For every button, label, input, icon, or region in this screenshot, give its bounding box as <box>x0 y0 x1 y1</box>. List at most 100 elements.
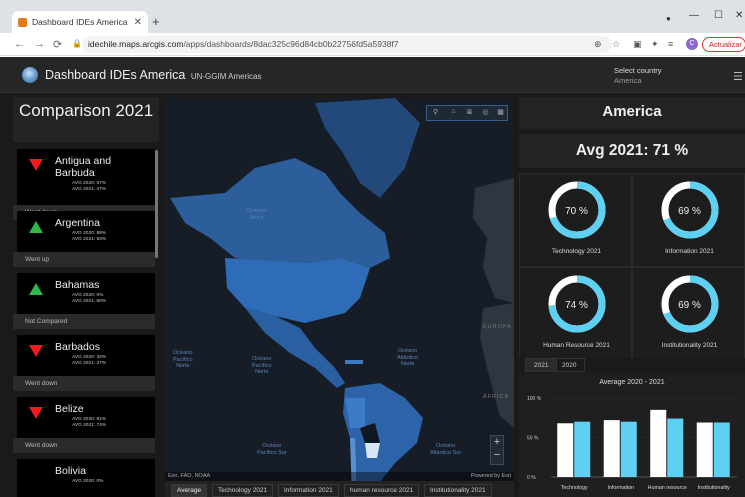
reading-list-icon[interactable]: ≡ <box>668 39 673 49</box>
bar-human-resource-0[interactable] <box>650 409 667 477</box>
bar-information-1[interactable] <box>620 421 637 477</box>
map-tab[interactable]: human resource 2021 <box>344 484 420 497</box>
attribution-left: Esri, FAO, NOAA <box>168 473 211 479</box>
extension-icon[interactable]: ▣ <box>633 39 642 50</box>
label-artico: Océano Ártico <box>247 208 267 221</box>
legend-icon[interactable]: ≣ <box>464 108 475 118</box>
puzzle-icon[interactable]: ✦ <box>651 39 659 50</box>
country-name: Bahamas <box>55 279 100 291</box>
map-view[interactable]: Océano Ártico Océano Pacífico Norte Océano P… <box>165 98 514 497</box>
x-tick-label: Human resource <box>648 485 687 491</box>
x-tick-label: Technology <box>561 485 588 491</box>
close-window-icon[interactable]: ✕ <box>735 10 743 21</box>
bar-institutionality-1[interactable] <box>713 422 730 477</box>
list-scrollbar[interactable] <box>155 150 158 258</box>
gauge-institutionality-2021: 69 % Institutionality 2021 <box>632 267 745 361</box>
avg-2021: AVG 2021: 27% <box>72 361 107 366</box>
map-tab[interactable]: Information 2021 <box>278 484 339 497</box>
region-title: America <box>519 97 745 129</box>
close-tab-icon[interactable]: ✕ <box>134 17 142 28</box>
url-path: /apps/dashboards/8dac325c96d84cb0b22756f… <box>183 39 399 49</box>
bookmark-star-icon[interactable]: ☆ <box>612 39 620 50</box>
country-selector-value: America <box>614 76 642 85</box>
status-label: Went down <box>13 438 155 453</box>
update-button[interactable]: Actualizar <box>702 37 745 52</box>
search-icon[interactable]: ⚲ <box>430 108 441 118</box>
forward-icon[interactable]: → <box>34 38 45 50</box>
url-host: idechile.maps.arcgis.com <box>88 39 184 49</box>
minimize-icon[interactable]: — <box>689 10 699 21</box>
bar-human-resource-1[interactable] <box>667 418 684 477</box>
map-tab[interactable]: Technology 2021 <box>212 484 274 497</box>
country-card[interactable]: Bahamas AVG 2020: 0% AVG 2021: 60% Not Comp… <box>13 273 155 329</box>
browser-tab[interactable]: Dashboard IDEs America ✕ <box>12 11 148 33</box>
zoom-in-icon[interactable]: + <box>491 436 503 449</box>
year-tabs: 2021 2020 <box>519 358 745 372</box>
menu-icon[interactable]: ☰ <box>733 70 743 83</box>
dashboard-app: Dashboard IDEs America UN-GGIM Americas … <box>0 57 745 497</box>
country-card[interactable]: Bolivia AVG 2020: 0% <box>17 459 155 497</box>
trend-up-icon <box>29 283 43 295</box>
label-atlantico-sur: Océano Atlántico Sur <box>430 443 462 456</box>
bar-institutionality-0[interactable] <box>696 422 713 477</box>
home-icon[interactable]: ⌂ <box>448 108 459 118</box>
country-selector[interactable]: Select country America <box>614 66 662 86</box>
bar-technology-1[interactable] <box>574 421 591 477</box>
url-field[interactable]: idechile.maps.arcgis.com/apps/dashboards… <box>82 36 612 53</box>
avg-2021: AVG 2021: 93% <box>72 237 107 242</box>
country-card[interactable]: Antigua and Barbuda AVG 2020: 57% AVG 2021… <box>13 149 155 220</box>
y-tick-label: 100 % <box>527 396 542 402</box>
country-averages: AVG 2020: 88% AVG 2021: 93% <box>72 231 106 243</box>
zoom-icon[interactable]: ⊕ <box>594 39 602 50</box>
dashboard-title: Dashboard IDEs America UN-GGIM Americas <box>45 68 262 82</box>
new-tab-icon[interactable]: + <box>152 14 160 29</box>
country-averages: AVG 2020: 81% AVG 2021: 74% <box>72 417 106 429</box>
bar-chart-panel: Average 2020 - 2021 100 % 50 % 0 % Technolo… <box>519 373 745 497</box>
bar-information-0[interactable] <box>603 420 620 477</box>
attribution-right: Powered by Esri <box>470 473 511 479</box>
profile-menu-icon[interactable]: ● <box>666 14 671 23</box>
maximize-icon[interactable]: ☐ <box>714 10 723 21</box>
reload-icon[interactable]: ⟳ <box>53 38 62 51</box>
dashboard-subtitle: UN-GGIM Americas <box>190 72 262 81</box>
profile-avatar[interactable]: C <box>686 38 698 50</box>
gauge-label: Institutionality 2021 <box>661 342 718 349</box>
comparison-title: Comparison 2021 <box>13 97 159 142</box>
browser-tab-bar: Dashboard IDEs America ✕ + ● — ☐ ✕ <box>0 0 745 33</box>
label-pacifico-norte-1: Océano Pacífico Norte <box>173 350 193 369</box>
country-list[interactable]: Antigua and Barbuda AVG 2020: 57% AVG 2021… <box>13 149 159 497</box>
caribbean-shape <box>345 360 363 364</box>
country-name: Barbados <box>55 341 100 353</box>
country-averages: AVG 2020: 57% AVG 2021: 47% <box>72 181 106 193</box>
usa-shape <box>225 258 370 323</box>
avg-2021: AVG 2021: 60% <box>72 299 107 304</box>
map-tab[interactable]: Average <box>171 484 208 497</box>
country-card[interactable]: Argentina AVG 2020: 88% AVG 2021: 93% Went … <box>13 211 155 267</box>
label-atlantico-norte: Océano Atlántico Norte <box>397 348 419 367</box>
layers-icon[interactable]: ◎ <box>480 108 491 118</box>
europe-shape <box>473 178 514 303</box>
basemap-icon[interactable]: ▦ <box>495 108 506 118</box>
lock-icon[interactable]: 🔒 <box>72 39 82 48</box>
gauge-value: 69 % <box>678 300 701 311</box>
map-tab[interactable]: Institutionality 2021 <box>424 484 492 497</box>
globe-logo-icon <box>22 67 38 83</box>
zoom-out-icon[interactable]: − <box>491 449 503 462</box>
bar-chart: 100 % 50 % 0 % Technology Information Human r… <box>527 396 737 491</box>
trend-down-icon <box>29 407 43 419</box>
country-averages: AVG 2020: 0% AVG 2021: 60% <box>72 293 106 305</box>
gauge-value: 70 % <box>565 206 588 217</box>
year-tab-2020[interactable]: 2020 <box>553 358 586 372</box>
y-tick-label: 50 % <box>527 436 539 442</box>
label-pacifico-norte-2: Océano Pacífico Norte <box>252 356 272 375</box>
bar-technology-0[interactable] <box>557 423 574 477</box>
gauge-label: Human Resource 2021 <box>543 342 610 349</box>
back-icon[interactable]: ← <box>14 38 25 50</box>
country-card[interactable]: Barbados AVG 2020: 32% AVG 2021: 27% Went d… <box>13 335 155 391</box>
tab-title: Dashboard IDEs America <box>32 17 128 27</box>
americas-map <box>170 98 514 497</box>
label-pacifico-sur: Océano Pacífico Sur <box>257 443 287 456</box>
country-card[interactable]: Belize AVG 2020: 81% AVG 2021: 74% Went dow… <box>13 397 155 453</box>
country-name: Belize <box>55 403 84 415</box>
status-label: Not Compared <box>13 314 155 329</box>
